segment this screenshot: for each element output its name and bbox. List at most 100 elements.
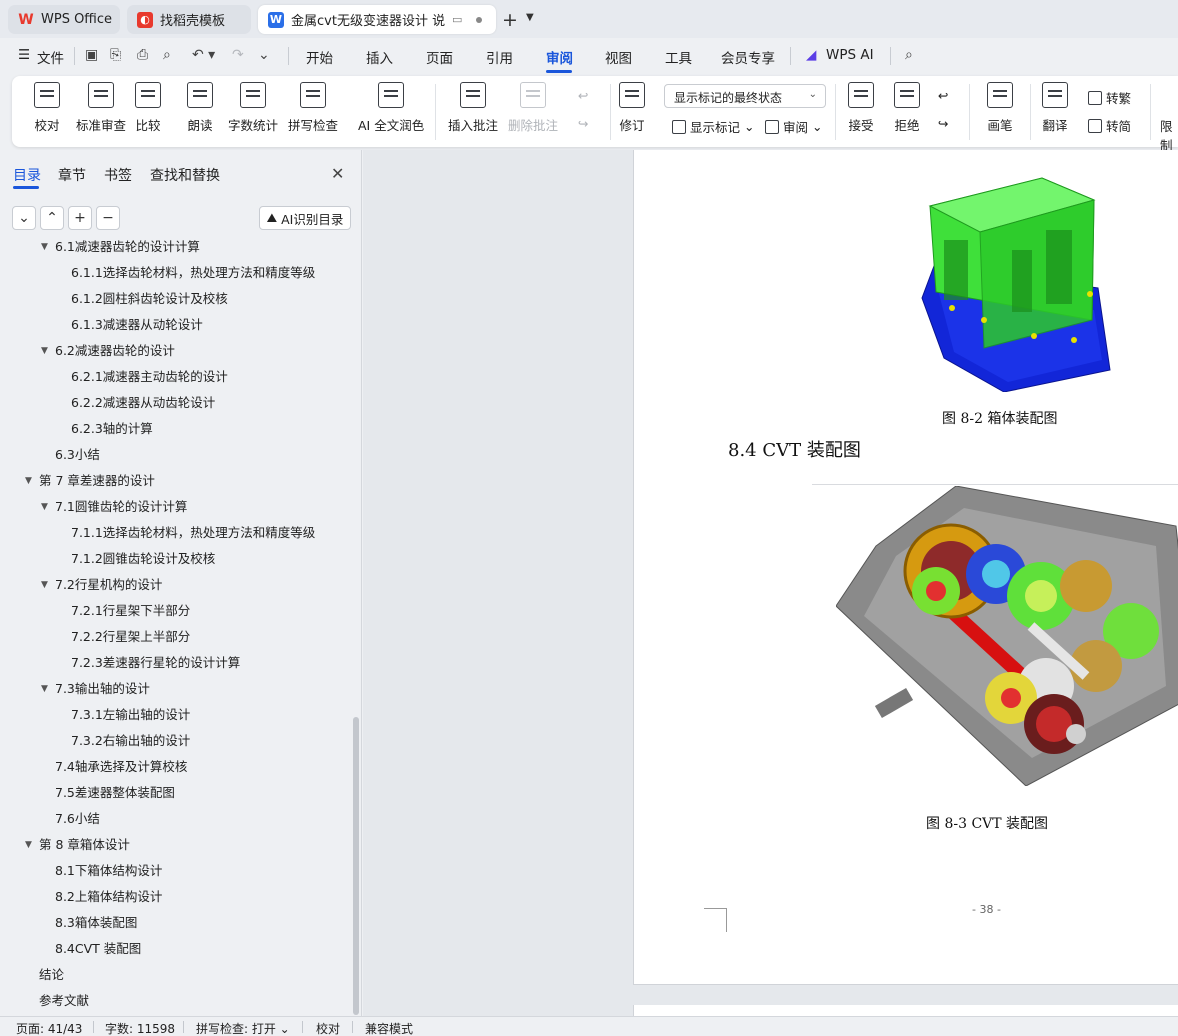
menu-tools[interactable]: 工具 (665, 47, 692, 67)
to-simplified-button[interactable]: 转简 (1088, 116, 1131, 135)
toc-item[interactable]: ▼ 6.2减速器齿轮的设计 (0, 338, 350, 364)
expand-arrow-icon[interactable]: ▼ (41, 676, 48, 702)
proofread-status[interactable]: 校对 (316, 1020, 340, 1036)
menu-view[interactable]: 视图 (605, 47, 632, 67)
track-changes-button[interactable]: 修订 (619, 82, 645, 134)
more-chevron-icon[interactable]: ⌄ (258, 47, 270, 63)
tab-sections[interactable]: 章节 (58, 165, 86, 185)
toc-item[interactable]: 7.2.2行星架上半部分 (0, 624, 350, 650)
review-pane-button[interactable]: 审阅 ⌄ (765, 117, 822, 136)
standard-review-button[interactable]: 标准审查 (76, 82, 126, 134)
next-change-icon[interactable]: ↪ (938, 116, 948, 131)
expand-arrow-icon[interactable]: ▼ (41, 240, 48, 260)
tab-toc[interactable]: 目录 (13, 165, 41, 185)
prev-change-icon[interactable]: ↩ (938, 88, 948, 103)
expand-arrow-icon[interactable]: ▼ (25, 832, 32, 858)
menu-wps-ai[interactable]: WPS AI (826, 47, 874, 63)
toc-item[interactable]: 结论 (0, 962, 350, 988)
toc-item[interactable]: 8.3箱体装配图 (0, 910, 350, 936)
menu-review[interactable]: 审阅 (546, 47, 573, 67)
toc-item[interactable]: ▼ 7.1圆锥齿轮的设计计算 (0, 494, 350, 520)
print-preview-icon[interactable]: ⌕ (163, 47, 171, 63)
tab-document[interactable]: W 金属cvt无级变速器设计 说明书 ▭ (258, 5, 496, 34)
toc-item[interactable]: 7.2.3差速器行星轮的设计计算 (0, 650, 350, 676)
sidebar-scrollbar[interactable] (353, 717, 359, 1015)
remove-heading-button[interactable]: − (96, 206, 120, 230)
toc-item[interactable]: 7.4轴承选择及计算校核 (0, 754, 350, 780)
translate-button[interactable]: 翻译 (1042, 82, 1068, 134)
new-tab-plus-icon[interactable]: + (502, 9, 518, 31)
expand-arrow-icon[interactable]: ▼ (25, 468, 32, 494)
compare-button[interactable]: 比较 (135, 82, 161, 134)
toc-item[interactable]: 7.3.2右输出轴的设计 (0, 728, 350, 754)
show-markup-button[interactable]: 显示标记 ⌄ (672, 117, 754, 136)
expand-arrow-icon[interactable]: ▼ (41, 572, 48, 598)
ai-polish-button[interactable]: AI 全文润色 (358, 82, 424, 134)
menu-page[interactable]: 页面 (426, 47, 453, 67)
reject-button[interactable]: 拒绝 (894, 82, 920, 134)
toc-item[interactable]: 8.1下箱体结构设计 (0, 858, 350, 884)
toc-item[interactable]: 7.6小结 (0, 806, 350, 832)
restrict-button[interactable]: 限制 (1160, 116, 1178, 154)
toc-item[interactable]: 6.1.3减速器从动轮设计 (0, 312, 350, 338)
toc-item[interactable]: ▼ 7.3输出轴的设计 (0, 676, 350, 702)
accept-button[interactable]: 接受 (848, 82, 874, 134)
undo-icon[interactable]: ↶ ▾ (192, 47, 215, 63)
page-indicator[interactable]: 页面: 41/43 (16, 1020, 82, 1036)
chevron-down-icon[interactable]: ▼ (526, 12, 534, 23)
word-count-button[interactable]: 字数统计 (228, 82, 278, 134)
toc-item[interactable]: ▼ 6.1减速器齿轮的设计计算 (0, 240, 350, 260)
to-traditional-button[interactable]: 转繁 (1088, 88, 1131, 107)
toc-item[interactable]: 8.4CVT 装配图 (0, 936, 350, 962)
spell-check-status[interactable]: 拼写检查: 打开 ⌄ (196, 1020, 290, 1036)
toc-item[interactable]: 6.2.2减速器从动齿轮设计 (0, 390, 350, 416)
redo-icon[interactable]: ↷ (232, 47, 244, 63)
menu-home[interactable]: 开始 (306, 47, 333, 67)
toc-item[interactable]: 8.2上箱体结构设计 (0, 884, 350, 910)
toc-item[interactable]: 6.2.1减速器主动齿轮的设计 (0, 364, 350, 390)
expand-down-button[interactable]: ⌄ (12, 206, 36, 230)
toc-item[interactable]: 7.2.1行星架下半部分 (0, 598, 350, 624)
insert-comment-button[interactable]: 插入批注 (448, 82, 498, 134)
toc-item[interactable]: ▼ 7.2行星机构的设计 (0, 572, 350, 598)
prev-comment-icon[interactable]: ↩ (578, 88, 588, 103)
word-count[interactable]: 字数: 11598 (105, 1020, 175, 1036)
toc-item[interactable]: 6.1.1选择齿轮材料，热处理方法和精度等级 (0, 260, 350, 286)
delete-comment-button[interactable]: 删除批注 (508, 82, 558, 134)
tab-template[interactable]: ◐ 找稻壳模板 (127, 5, 251, 34)
toc-item[interactable]: 6.2.3轴的计算 (0, 416, 350, 442)
proofread-button[interactable]: 校对 (34, 82, 60, 134)
search-icon[interactable]: ⌕ (905, 47, 913, 63)
tab-bookmarks[interactable]: 书签 (104, 165, 132, 185)
ai-toc-button[interactable]: ⛰ AI识别目录 (259, 206, 351, 230)
toc-item[interactable]: ▼ 第 7 章差速器的设计 (0, 468, 350, 494)
toc-item[interactable]: 7.1.2圆锥齿轮设计及校核 (0, 546, 350, 572)
export-icon[interactable]: ⎘ (110, 47, 121, 63)
toc-item[interactable]: 7.1.1选择齿轮材料，热处理方法和精度等级 (0, 520, 350, 546)
collapse-up-button[interactable]: ⌃ (40, 206, 64, 230)
print-icon[interactable]: ⎙ (137, 47, 148, 63)
menu-insert[interactable]: 插入 (366, 47, 393, 67)
toc-item[interactable]: 7.3.1左输出轴的设计 (0, 702, 350, 728)
read-aloud-button[interactable]: 朗读 (187, 82, 213, 134)
tab-wps-office[interactable]: W WPS Office (8, 5, 120, 34)
close-icon[interactable]: ✕ (331, 164, 344, 183)
menu-references[interactable]: 引用 (486, 47, 513, 67)
menu-membership[interactable]: 会员专享 (721, 47, 775, 67)
toc-item[interactable]: 7.5差速器整体装配图 (0, 780, 350, 806)
toc-item[interactable]: ▼ 第 8 章箱体设计 (0, 832, 350, 858)
next-comment-icon[interactable]: ↪ (578, 116, 588, 131)
toc-item[interactable]: 参考文献 (0, 988, 350, 1014)
add-heading-button[interactable]: + (68, 206, 92, 230)
hamburger-icon[interactable]: ☰ (18, 47, 30, 63)
tab-find-replace[interactable]: 查找和替换 (150, 165, 220, 185)
toc-item[interactable]: 6.3小结 (0, 442, 350, 468)
save-icon[interactable]: ▣ (85, 47, 98, 63)
expand-arrow-icon[interactable]: ▼ (41, 494, 48, 520)
toc-item[interactable]: 6.1.2圆柱斜齿轮设计及校核 (0, 286, 350, 312)
menu-file[interactable]: 文件 (37, 47, 64, 67)
pen-button[interactable]: 画笔 (987, 82, 1013, 134)
spell-check-button[interactable]: 拼写检查 (288, 82, 338, 134)
expand-arrow-icon[interactable]: ▼ (41, 338, 48, 364)
markup-state-select[interactable]: 显示标记的最终状态 ⌄ (664, 84, 826, 108)
